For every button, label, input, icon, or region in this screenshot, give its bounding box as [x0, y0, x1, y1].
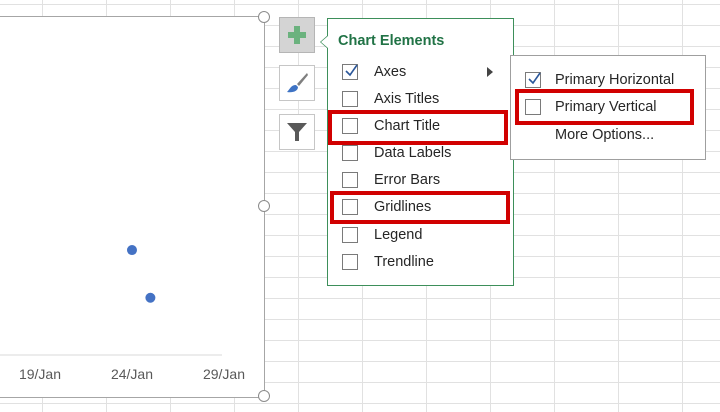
data-point[interactable]	[127, 245, 137, 256]
plus-icon	[288, 26, 306, 44]
chart-elements-button[interactable]	[279, 17, 315, 53]
data-labels-checkbox[interactable]	[342, 145, 358, 161]
primary-horizontal-checkbox[interactable]	[525, 72, 541, 88]
element-row-trendline[interactable]: Trendline	[342, 250, 508, 274]
resize-handle-top-right[interactable]	[258, 11, 270, 23]
legend-label: Legend	[374, 227, 423, 243]
axes-checkbox[interactable]	[342, 64, 358, 80]
trendline-checkbox[interactable]	[342, 254, 358, 270]
highlight-gridlines	[330, 191, 510, 224]
axes-submenu-arrow-icon[interactable]	[487, 67, 493, 77]
chart-styles-button[interactable]	[279, 65, 315, 101]
trendline-label: Trendline	[374, 254, 434, 270]
axes-label: Axes	[374, 64, 407, 80]
panel-pointer	[320, 35, 328, 49]
x-tick-label: 19/Jan	[19, 366, 61, 382]
axis-titles-label: Axis Titles	[374, 91, 440, 107]
chart-elements-panel: Chart Elements Axes Axis Titles Chart Ti…	[320, 18, 514, 286]
element-row-error-bars[interactable]: Error Bars	[342, 168, 508, 192]
paintbrush-icon	[287, 73, 308, 93]
error-bars-checkbox[interactable]	[342, 172, 358, 188]
data-point[interactable]	[145, 292, 156, 303]
error-bars-label: Error Bars	[374, 172, 441, 188]
data-labels-label: Data Labels	[374, 145, 452, 161]
filter-icon	[287, 123, 307, 141]
element-row-axes[interactable]: Axes	[342, 60, 508, 84]
element-row-legend[interactable]: Legend	[342, 223, 508, 247]
scatter-chart: 19/Jan 24/Jan 29/Jan	[0, 245, 245, 382]
legend-checkbox[interactable]	[342, 227, 358, 243]
resize-handle-bottom-right[interactable]	[258, 390, 270, 402]
chart-area[interactable]: 19/Jan 24/Jan 29/Jan	[0, 16, 265, 398]
chart-filters-button[interactable]	[279, 114, 315, 150]
x-tick-label: 24/Jan	[111, 366, 153, 382]
submenu-row-more-options[interactable]: More Options...	[525, 122, 701, 148]
axis-titles-checkbox[interactable]	[342, 91, 358, 107]
x-tick-label: 29/Jan	[203, 366, 245, 382]
highlight-primary-vertical	[515, 89, 694, 125]
highlight-chart-title	[328, 110, 508, 145]
resize-handle-middle-right[interactable]	[258, 200, 270, 212]
element-row-axis-titles[interactable]: Axis Titles	[342, 87, 508, 111]
more-options-link: More Options...	[555, 127, 655, 143]
panel-title: Chart Elements	[338, 33, 445, 49]
primary-horizontal-label: Primary Horizontal	[555, 72, 675, 88]
